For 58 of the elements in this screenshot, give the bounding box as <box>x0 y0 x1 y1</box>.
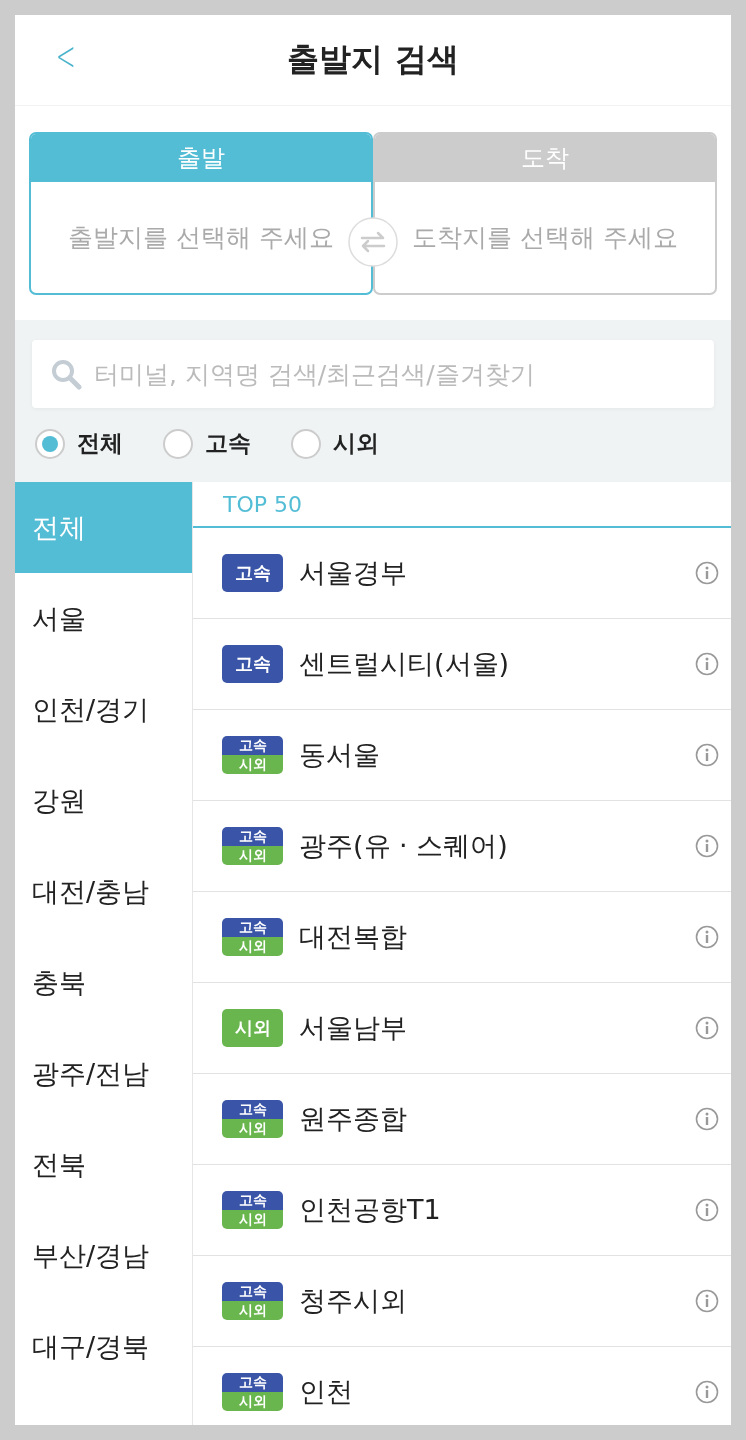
terminal-name: 서울경부 <box>299 556 408 590</box>
type-badge: 고속 <box>222 554 283 592</box>
filter-radio[interactable]: 시외 <box>291 428 379 459</box>
search-field[interactable]: 터미널, 지역명 검색/최근검색/즐겨찾기 <box>32 340 714 408</box>
terminal-name: 청주시외 <box>299 1284 408 1318</box>
info-icon[interactable] <box>695 1016 719 1040</box>
region-item[interactable]: 대구/경북 <box>15 1301 192 1392</box>
region-item[interactable]: 서울 <box>15 573 192 664</box>
terminal-row[interactable]: 고속 시외 원주종합 <box>193 1074 731 1165</box>
type-badge: 시외 <box>222 1009 283 1047</box>
info-icon[interactable] <box>695 652 719 676</box>
region-item[interactable]: 충북 <box>15 937 192 1028</box>
region-item[interactable]: 부산/경남 <box>15 1210 192 1301</box>
info-icon[interactable] <box>695 925 719 949</box>
filter-label: 고속 <box>205 429 251 458</box>
info-icon[interactable] <box>695 1380 719 1404</box>
route-tab-label: 출발 <box>177 143 225 174</box>
terminal-name: 서울남부 <box>299 1011 408 1045</box>
terminal-row[interactable]: 고속 시외 인천공항T1 <box>193 1165 731 1256</box>
info-icon[interactable] <box>695 743 719 767</box>
terminal-row[interactable]: 고속 시외 광주(유 · 스퀘어) <box>193 801 731 892</box>
region-item[interactable]: 전북 <box>15 1119 192 1210</box>
region-item[interactable]: 광주/전남 <box>15 1028 192 1119</box>
terminal-row[interactable]: 고속 시외 동서울 <box>193 710 731 801</box>
region-item[interactable]: 강원 <box>15 755 192 846</box>
info-icon[interactable] <box>695 1289 719 1313</box>
info-icon[interactable] <box>695 1107 719 1131</box>
terminal-name: 인천 <box>299 1375 354 1409</box>
terminal-name: 인천공항T1 <box>299 1193 442 1227</box>
region-item[interactable]: 대전/충남 <box>15 846 192 937</box>
terminal-name: 광주(유 · 스퀘어) <box>299 829 509 863</box>
terminal-row[interactable]: 고속 시외 대전복합 <box>193 892 731 983</box>
filter-radio[interactable]: 고속 <box>163 428 251 459</box>
place-placeholder: 출발지를 선택해 주세요 <box>68 222 334 254</box>
terminal-row[interactable]: 고속 센트럴시티(서울) <box>193 619 731 710</box>
terminal-row[interactable]: 고속 시외 인천 <box>193 1347 731 1425</box>
terminal-row[interactable]: 고속 시외 청주시외 <box>193 1256 731 1347</box>
info-icon[interactable] <box>695 561 719 585</box>
page-title: 출발지 검색 <box>287 39 459 80</box>
terminal-name: 대전복합 <box>299 920 408 954</box>
region-item[interactable]: 인천/경기 <box>15 664 192 755</box>
info-icon[interactable] <box>695 1198 719 1222</box>
place-placeholder: 도착지를 선택해 주세요 <box>412 222 678 254</box>
radio-button[interactable] <box>163 428 193 459</box>
type-badge: 고속 <box>222 645 283 683</box>
terminal-name: 원주종합 <box>299 1102 408 1136</box>
radio-button[interactable] <box>35 428 65 459</box>
swap-icon[interactable] <box>348 216 398 267</box>
filter-label: 시외 <box>333 429 379 458</box>
info-icon[interactable] <box>695 834 719 858</box>
filter-radio[interactable]: 전체 <box>35 428 123 459</box>
terminal-name: 동서울 <box>299 738 381 772</box>
terminal-row[interactable]: 시외 서울남부 <box>193 983 731 1074</box>
terminal-row[interactable]: 고속 서울경부 <box>193 528 731 619</box>
terminal-name: 센트럴시티(서울) <box>299 647 511 681</box>
list-heading: TOP 50 <box>223 491 302 517</box>
filter-label: 전체 <box>77 429 123 458</box>
radio-button[interactable] <box>291 428 321 459</box>
